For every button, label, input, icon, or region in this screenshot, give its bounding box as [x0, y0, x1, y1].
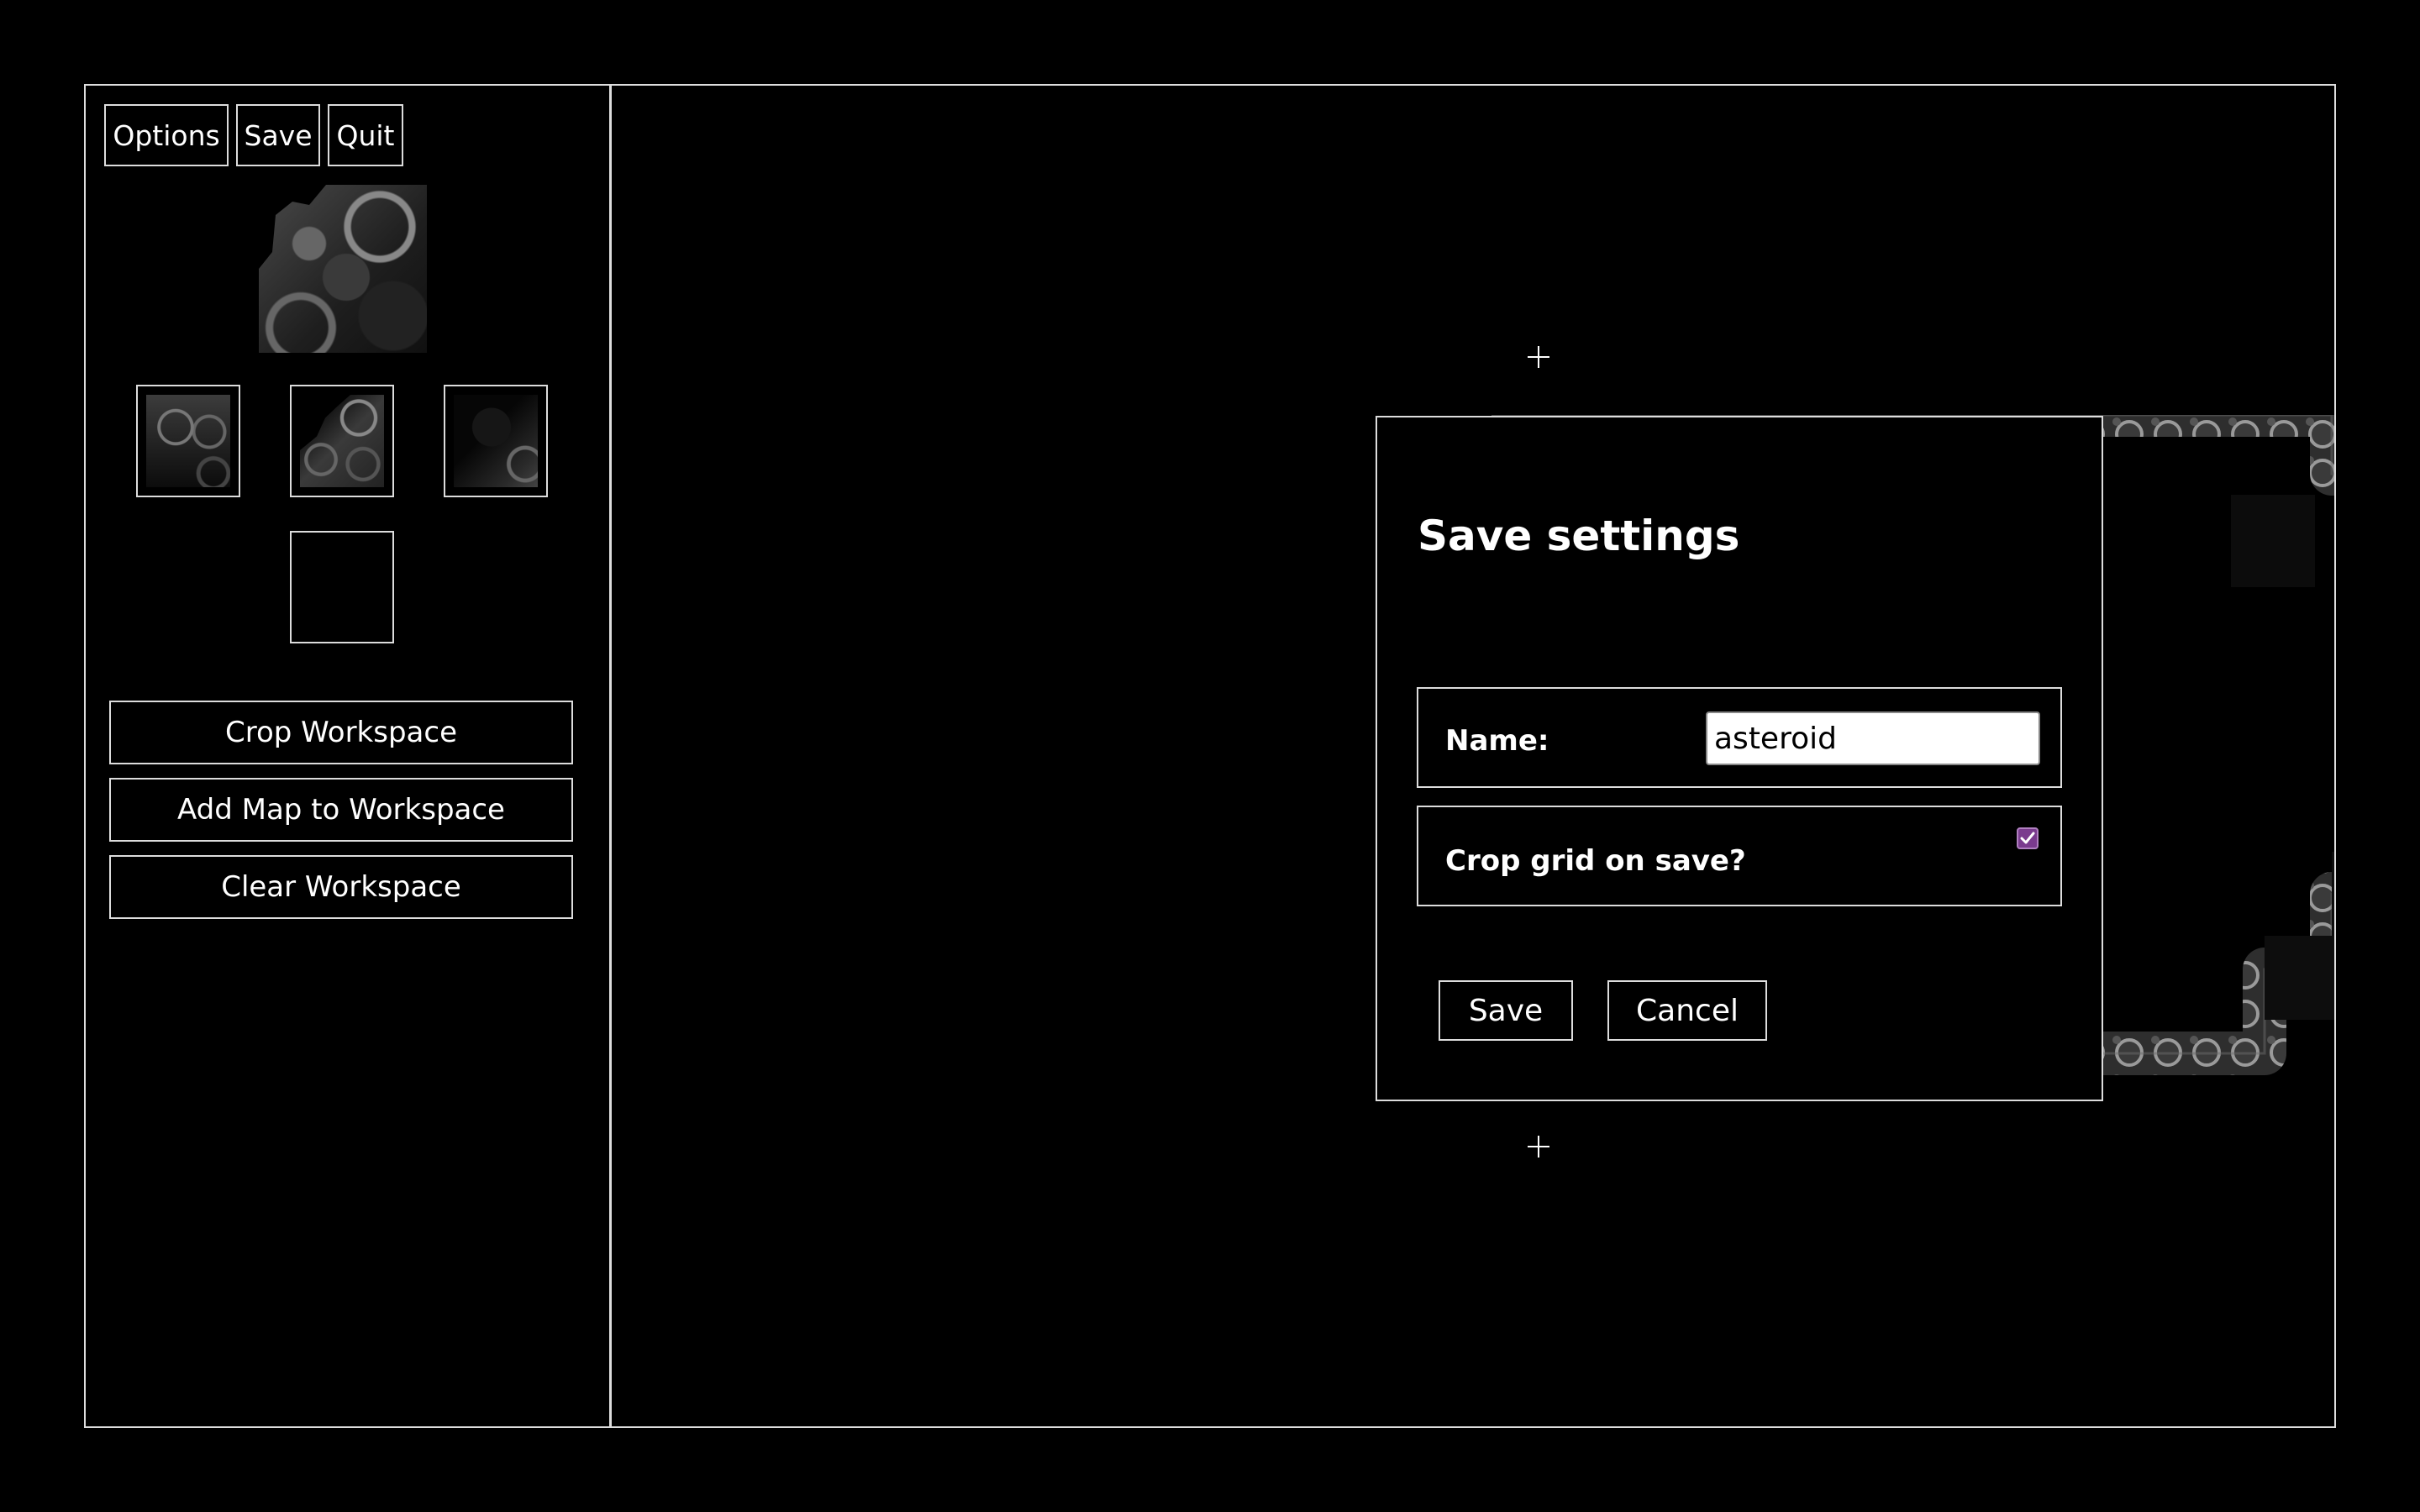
sidebar: Options Save Quit Crop Workspace Add Map…	[86, 86, 612, 1426]
tile-image	[454, 395, 538, 487]
save-button[interactable]: Save	[1439, 980, 1573, 1041]
cancel-button[interactable]: Cancel	[1607, 980, 1767, 1041]
checkmark-icon	[2020, 832, 2035, 844]
quit-button[interactable]: Quit	[328, 104, 403, 166]
tile-option-1[interactable]	[136, 385, 240, 497]
selected-tile-preview	[259, 185, 427, 353]
crop-workspace-button[interactable]: Crop Workspace	[109, 701, 573, 764]
workspace-canvas[interactable]: Save settings Name: Crop grid on save? S…	[614, 86, 2334, 1426]
clear-workspace-button[interactable]: Clear Workspace	[109, 855, 573, 919]
crop-grid-checkbox[interactable]	[2017, 827, 2039, 849]
top-menu: Options Save Quit	[104, 104, 403, 166]
name-label: Name:	[1445, 724, 1549, 758]
tile-option-2[interactable]	[290, 385, 394, 497]
dialog-title: Save settings	[1418, 512, 1740, 560]
save-menu-button[interactable]: Save	[236, 104, 320, 166]
tile-option-3[interactable]	[444, 385, 548, 497]
crop-grid-label: Crop grid on save?	[1445, 844, 1746, 878]
add-map-button[interactable]: Add Map to Workspace	[109, 778, 573, 842]
crop-grid-row: Crop grid on save?	[1417, 806, 2062, 906]
tile-option-empty[interactable]	[290, 531, 394, 643]
tile-image	[300, 395, 384, 487]
name-input[interactable]	[1706, 711, 2040, 765]
crosshair-top[interactable]	[1528, 346, 1549, 368]
options-button[interactable]: Options	[104, 104, 229, 166]
save-settings-dialog: Save settings Name: Crop grid on save? S…	[1376, 416, 2103, 1101]
name-field-row: Name:	[1417, 687, 2062, 788]
tile-image	[146, 395, 230, 487]
app-window: Options Save Quit Crop Workspace Add Map…	[84, 84, 2336, 1428]
